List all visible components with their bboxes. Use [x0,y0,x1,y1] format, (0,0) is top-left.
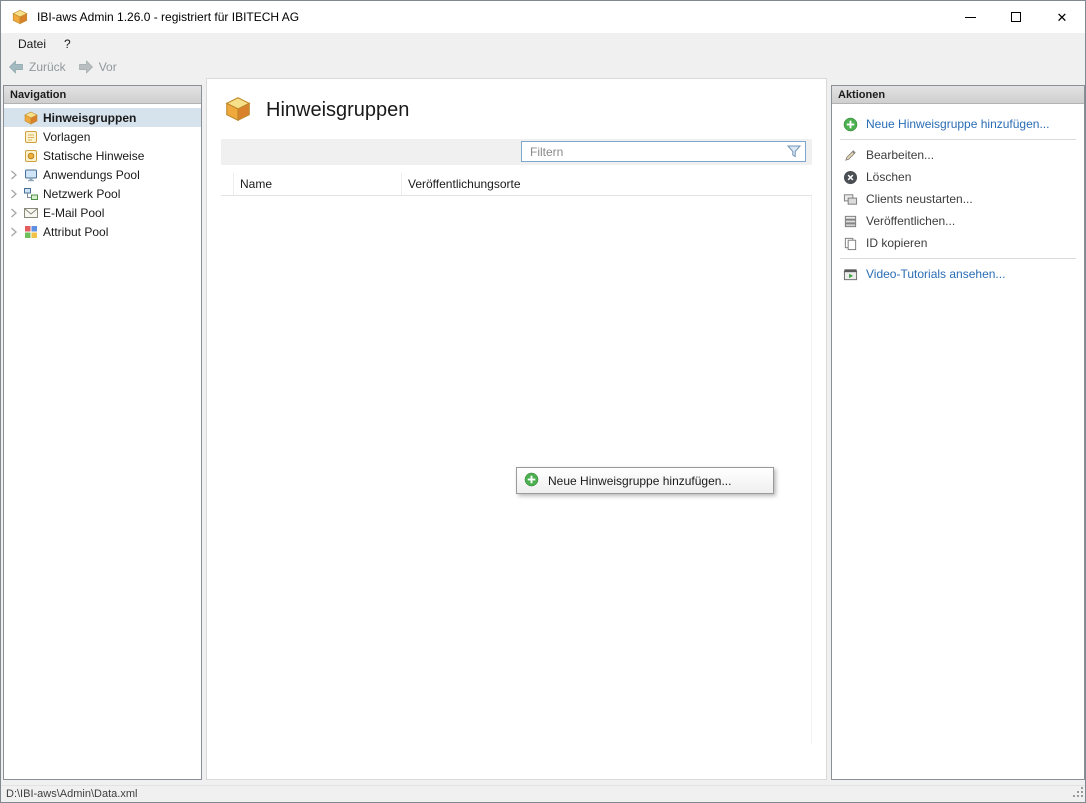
edit-icon [842,148,858,163]
close-icon: ✕ [1057,11,1068,24]
nav-item-email-pool[interactable]: E-Mail Pool [4,203,201,222]
back-button[interactable]: Zurück [8,60,66,74]
action-label: ID kopieren [866,236,927,250]
chevron-right-icon[interactable] [6,208,22,218]
forward-button-label: Vor [99,60,117,74]
attribute-pool-icon [22,224,39,240]
window-controls: ✕ [947,1,1085,33]
actions-list: Neue Hinweisgruppe hinzufügen... Bearbei… [832,104,1084,285]
nav-item-hinweisgruppen[interactable]: Hinweisgruppen [4,108,201,127]
action-veroeffentlichen[interactable]: Veröffentlichen... [832,210,1084,232]
add-icon [524,472,539,490]
content-header: Hinweisgruppen [207,79,826,127]
table-header: Name Veröffentlichungsorte [221,173,812,196]
publish-icon [842,214,858,229]
actions-separator [840,258,1076,259]
nav-item-label: Statische Hinweise [43,149,144,163]
navigation-panel-header: Navigation [4,86,201,104]
back-arrow-icon [8,60,24,74]
nav-item-attribut-pool[interactable]: Attribut Pool [4,222,201,241]
nav-item-label: Attribut Pool [43,225,108,239]
nav-item-anwendungs-pool[interactable]: Anwendungs Pool [4,165,201,184]
nav-item-label: Vorlagen [43,130,90,144]
ibi-aws-admin-window: { "window": { "title": "IBI-aws Admin 1.… [0,0,1086,803]
notice-group-icon [22,110,39,126]
action-video-tutorials[interactable]: Video-Tutorials ansehen... [832,263,1084,285]
video-icon [842,267,858,282]
action-neue-hinweisgruppe[interactable]: Neue Hinweisgruppe hinzufügen... [832,113,1084,135]
navigation-toolbar: Zurück Vor [1,55,1085,78]
action-loeschen[interactable]: Löschen [832,166,1084,188]
forward-arrow-icon [78,60,94,74]
template-icon [22,129,39,145]
action-label: Video-Tutorials ansehen... [866,267,1005,281]
filter-band [221,139,812,165]
status-bar: D:\IBI-aws\Admin\Data.xml [1,785,1085,802]
nav-item-label: Netzwerk Pool [43,187,120,201]
column-header-name[interactable]: Name [233,173,401,195]
status-file-path: D:\IBI-aws\Admin\Data.xml [6,788,137,800]
window-title: IBI-aws Admin 1.26.0 - registriert für I… [37,10,299,24]
network-pool-icon [22,186,39,202]
copy-icon [842,236,858,251]
minimize-icon [965,17,976,18]
action-label: Löschen [866,170,911,184]
action-label: Clients neustarten... [866,192,973,206]
navigation-tree: Hinweisgruppen Vorlagen Statische Hinwei… [4,104,201,241]
forward-button[interactable]: Vor [78,60,117,74]
action-clients-neustarten[interactable]: Clients neustarten... [832,188,1084,210]
minimize-button[interactable] [947,1,993,33]
new-hinweisgruppe-floating-button[interactable]: Neue Hinweisgruppe hinzufügen... [516,467,774,494]
static-notice-icon [22,148,39,164]
notice-group-large-icon [223,94,253,127]
column-header-veroeffentlichungsorte[interactable]: Veröffentlichungsorte [401,173,812,195]
app-icon [11,8,29,26]
chevron-right-icon[interactable] [6,227,22,237]
filter-field [521,141,806,162]
action-label: Veröffentlichen... [866,214,955,228]
actions-separator [840,139,1076,140]
close-button[interactable]: ✕ [1039,1,1085,33]
content-panel: Hinweisgruppen Name Veröffentlichungsort… [206,78,827,780]
nav-item-statische-hinweise[interactable]: Statische Hinweise [4,146,201,165]
application-pool-icon [22,167,39,183]
maximize-button[interactable] [993,1,1039,33]
delete-icon [842,170,858,185]
add-icon [842,117,858,132]
nav-item-vorlagen[interactable]: Vorlagen [4,127,201,146]
email-pool-icon [22,205,39,221]
action-label: Neue Hinweisgruppe hinzufügen... [866,117,1049,131]
nav-item-label: Hinweisgruppen [43,111,136,125]
menu-item-datei[interactable]: Datei [9,35,55,53]
navigation-panel: Navigation Hinweisgruppen Vorlagen Stati… [3,85,202,780]
floating-button-label: Neue Hinweisgruppe hinzufügen... [548,474,731,488]
menu-bar: Datei ? [1,33,1085,55]
back-button-label: Zurück [29,60,66,74]
nav-item-label: E-Mail Pool [43,206,104,220]
maximize-icon [1011,12,1021,22]
actions-panel-header: Aktionen [832,86,1084,104]
filter-input[interactable] [521,141,806,162]
menu-item-help[interactable]: ? [55,35,80,53]
actions-panel: Aktionen Neue Hinweisgruppe hinzufügen..… [831,85,1085,780]
nav-item-label: Anwendungs Pool [43,168,140,182]
restart-clients-icon [842,192,858,207]
action-id-kopieren[interactable]: ID kopieren [832,232,1084,254]
filter-funnel-icon[interactable] [787,145,801,161]
action-bearbeiten[interactable]: Bearbeiten... [832,144,1084,166]
resize-grip[interactable] [1071,785,1084,801]
page-title: Hinweisgruppen [266,99,409,122]
nav-item-netzwerk-pool[interactable]: Netzwerk Pool [4,184,201,203]
column-spacer [221,173,233,195]
chevron-right-icon[interactable] [6,170,22,180]
title-bar: IBI-aws Admin 1.26.0 - registriert für I… [1,1,1085,33]
action-label: Bearbeiten... [866,148,934,162]
chevron-right-icon[interactable] [6,189,22,199]
